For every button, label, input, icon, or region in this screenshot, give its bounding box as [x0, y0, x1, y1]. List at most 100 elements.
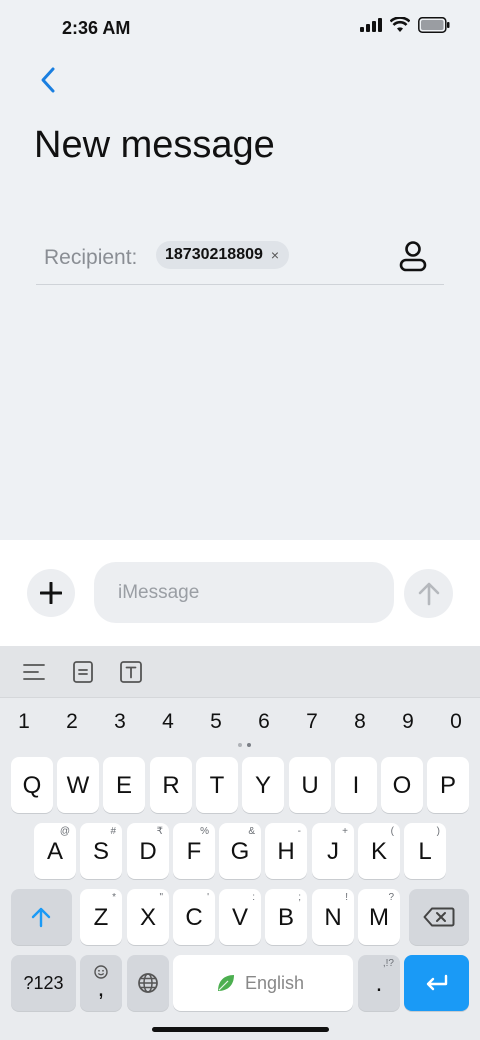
key-d[interactable]: ₹ D — [127, 823, 169, 879]
key-0[interactable]: 0 — [441, 710, 471, 734]
period-hint: ,!? — [382, 958, 394, 969]
key-label: X — [139, 904, 156, 931]
key-hint: " — [159, 892, 163, 903]
leaf-icon — [218, 975, 234, 991]
key-3[interactable]: 3 — [105, 710, 135, 734]
wifi-icon — [390, 17, 410, 32]
recipient-label: Recipient: — [44, 246, 138, 269]
key-5[interactable]: 5 — [201, 710, 231, 734]
key-label: O — [392, 772, 412, 799]
key-label: I — [352, 772, 360, 799]
key-hint: @ — [59, 826, 70, 837]
key-a[interactable]: @ A — [34, 823, 76, 879]
key-label: N — [324, 904, 342, 931]
period-label: . — [375, 970, 383, 997]
chip-remove-icon[interactable]: × — [271, 247, 279, 263]
text-format-icon[interactable] — [119, 660, 143, 684]
clipboard-icon[interactable] — [71, 660, 95, 684]
key-y[interactable]: Y — [242, 757, 284, 813]
add-attachment-button[interactable] — [27, 569, 75, 617]
key-hint: % — [200, 826, 209, 837]
key-label: Q — [22, 772, 42, 799]
key-4[interactable]: 4 — [153, 710, 183, 734]
key-v[interactable]: :V — [219, 889, 261, 945]
key-i[interactable]: I — [335, 757, 377, 813]
key-f[interactable]: % F — [173, 823, 215, 879]
key-6[interactable]: 6 — [249, 710, 279, 734]
backspace-key[interactable] — [409, 889, 469, 945]
message-input[interactable] — [94, 562, 394, 623]
key-l[interactable]: ) L — [404, 823, 446, 879]
globe-icon — [138, 973, 158, 993]
number-row: 1 2 3 4 5 6 7 8 9 0 — [0, 710, 480, 742]
plus-icon — [40, 582, 62, 604]
key-o[interactable]: O — [381, 757, 423, 813]
key-q[interactable]: Q — [11, 757, 53, 813]
key-e[interactable]: E — [103, 757, 145, 813]
key-k[interactable]: (K — [358, 823, 400, 879]
key-x[interactable]: " X — [127, 889, 169, 945]
compose-bar — [0, 540, 480, 646]
key-label: C — [185, 904, 203, 931]
key-hint: : — [252, 892, 255, 903]
home-indicator[interactable] — [152, 1027, 329, 1032]
key-h[interactable]: -H — [265, 823, 307, 879]
symbols-key[interactable]: ?123 — [11, 955, 76, 1011]
key-label: D — [139, 838, 157, 865]
key-s[interactable]: # S — [80, 823, 122, 879]
recipient-chip[interactable]: 18730218809 × — [156, 241, 290, 269]
key-label: P — [439, 772, 456, 799]
key-hint: # — [110, 826, 116, 837]
contact-picker-icon[interactable] — [398, 240, 428, 272]
key-t[interactable]: T — [196, 757, 238, 813]
key-hint: + — [342, 826, 348, 837]
key-hint: ! — [345, 892, 348, 903]
key-c[interactable]: ' C — [173, 889, 215, 945]
shift-key[interactable] — [11, 889, 72, 945]
language-key[interactable] — [127, 955, 169, 1011]
emoji-comma-key[interactable]: , — [80, 955, 122, 1011]
keyboard: 1 2 3 4 5 6 7 8 9 0 Q W E R T Y U I O P … — [0, 646, 480, 1040]
key-m[interactable]: ? M — [358, 889, 400, 945]
key-8[interactable]: 8 — [345, 710, 375, 734]
key-1[interactable]: 1 — [9, 710, 39, 734]
key-label: U — [301, 772, 319, 799]
key-b[interactable]: ; B — [265, 889, 307, 945]
recipient-chip-value: 18730218809 — [165, 246, 263, 263]
period-key[interactable]: ,!? . — [358, 955, 400, 1011]
key-hint: ? — [388, 892, 394, 903]
key-7[interactable]: 7 — [297, 710, 327, 734]
page-dots — [238, 743, 251, 747]
key-label: H — [277, 838, 295, 865]
page-dot — [238, 743, 242, 747]
symbols-key-label: ?123 — [23, 973, 64, 993]
key-label: E — [115, 772, 132, 799]
space-key-label: English — [245, 973, 305, 993]
back-button[interactable] — [30, 62, 66, 98]
text-align-icon[interactable] — [22, 660, 46, 684]
send-button[interactable] — [404, 569, 453, 618]
key-hint: ) — [436, 826, 440, 837]
space-key[interactable]: English — [173, 955, 353, 1011]
enter-key[interactable] — [404, 955, 469, 1011]
key-label: B — [277, 904, 294, 931]
arrow-up-icon — [418, 582, 439, 605]
key-u[interactable]: U — [289, 757, 331, 813]
key-g[interactable]: & G — [219, 823, 261, 879]
status-time: 2:36 AM — [62, 18, 131, 38]
key-label: K — [370, 838, 387, 865]
key-z[interactable]: * Z — [80, 889, 122, 945]
key-w[interactable]: W — [57, 757, 99, 813]
key-j[interactable]: + J — [312, 823, 354, 879]
key-r[interactable]: R — [150, 757, 192, 813]
key-label: J — [327, 838, 339, 865]
key-9[interactable]: 9 — [393, 710, 423, 734]
recipient-field[interactable]: Recipient: 18730218809 × — [36, 232, 444, 285]
key-label: M — [369, 904, 389, 931]
key-label: F — [186, 838, 202, 865]
key-n[interactable]: ! N — [312, 889, 354, 945]
key-p[interactable]: P — [427, 757, 469, 813]
key-2[interactable]: 2 — [57, 710, 87, 734]
status-icons — [360, 17, 450, 33]
key-label: S — [92, 838, 109, 865]
